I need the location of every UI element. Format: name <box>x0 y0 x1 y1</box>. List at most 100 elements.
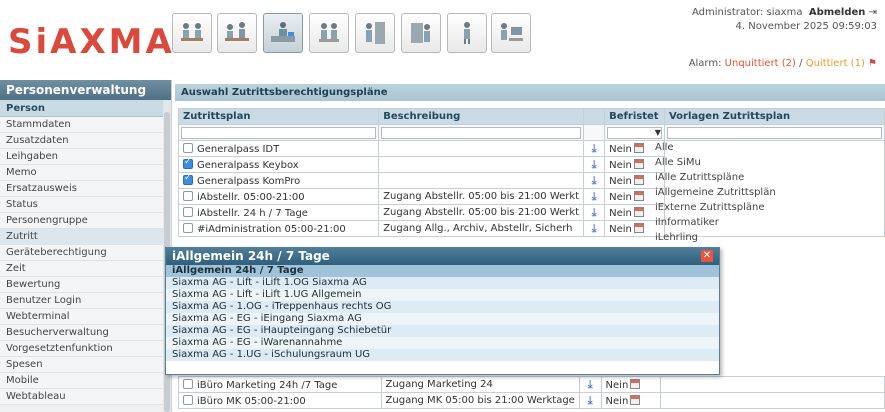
filter-cell-befristet: ▼ <box>604 124 665 141</box>
filter-input-plan[interactable] <box>181 126 377 139</box>
table-row[interactable]: iBüro MK 05:00-21:00 Zugang MK 05:00 bis… <box>178 392 885 409</box>
calendar-icon[interactable] <box>633 206 644 217</box>
popup-list-item: Siaxma AG - EG - iHaupteingang Schiebetü… <box>166 325 719 337</box>
row-checkbox[interactable] <box>183 158 193 169</box>
sidebar-section-person[interactable]: Person <box>0 100 171 117</box>
download-arrow-icon[interactable]: ⤓ <box>583 220 606 237</box>
download-arrow-icon[interactable]: ⤓ <box>583 204 606 221</box>
access-plan-table-bottom: iBüro Marketing 24h /7 Tage Zugang Marke… <box>178 376 885 409</box>
col-header-plan[interactable]: Zutrittsplan <box>177 108 380 125</box>
sidebar-item-geraeteberechtigung[interactable]: Geräteberechtigung <box>0 245 171 261</box>
sidebar-item-memo[interactable]: Memo <box>0 165 171 181</box>
alarm-status: Alarm: Unquittiert (2) / Quittiert (1) ⚑ <box>688 58 877 69</box>
office-workers-icon[interactable] <box>309 13 349 53</box>
standing-person-icon[interactable] <box>447 13 487 53</box>
popup-title: iAllgemein 24h / 7 Tage ✕ <box>166 248 719 265</box>
row-checkbox[interactable] <box>183 142 193 153</box>
worker-cabinet-icon[interactable] <box>401 13 441 53</box>
sidebar-item-leihgaben[interactable]: Leihgaben <box>0 149 171 165</box>
sidebar: Personenverwaltung Person Stammdaten Zus… <box>0 80 172 412</box>
vorlagen-list: Alle Alle SiMu iAlle Zutrittspläne iAllg… <box>653 142 885 247</box>
sidebar-item-stammdaten[interactable]: Stammdaten <box>0 117 171 133</box>
vorlagen-item[interactable]: iAllgemeine Zutrittsplän <box>653 187 885 202</box>
alarm-quitted-link[interactable]: Quittiert (1) <box>806 58 865 69</box>
logout-link[interactable]: Abmelden <box>809 7 866 18</box>
sidebar-item-mobile[interactable]: Mobile <box>0 373 171 389</box>
plan-detail-popup: iAllgemein 24h / 7 Tage ✕ iAllgemein 24h… <box>165 247 720 375</box>
table-row[interactable]: iBüro Marketing 24h /7 Tage Zugang Marke… <box>178 376 885 393</box>
filter-cell-empty <box>583 124 606 141</box>
filter-cell-desc <box>378 124 585 141</box>
sidebar-item-zutritt[interactable]: Zutritt <box>0 229 171 245</box>
download-arrow-icon[interactable]: ⤓ <box>578 376 602 393</box>
col-header-befristet[interactable]: Befristet <box>604 108 665 125</box>
calendar-icon[interactable] <box>633 222 644 233</box>
download-arrow-icon[interactable]: ⤓ <box>583 156 606 173</box>
popup-list-item: Siaxma AG - 1.OG - iTreppenhaus rechts O… <box>166 301 719 313</box>
filter-cell-plan <box>177 124 380 141</box>
col-header-empty <box>583 108 606 125</box>
sidebar-item-webterminal[interactable]: Webterminal <box>0 309 171 325</box>
door-access-icon[interactable] <box>355 13 395 53</box>
datetime: 4. November 2025 09:59:03 <box>735 21 877 32</box>
sidebar-item-list: Stammdaten Zusatzdaten Leihgaben Memo Er… <box>0 117 171 405</box>
download-arrow-icon[interactable]: ⤓ <box>583 140 606 157</box>
download-arrow-icon[interactable]: ⤓ <box>578 392 602 409</box>
popup-list-item: Siaxma AG - EG - iWarenannahme <box>166 337 719 349</box>
logout-icon[interactable]: ⇥ <box>869 7 877 18</box>
sidebar-item-status[interactable]: Status <box>0 197 171 213</box>
download-arrow-icon[interactable]: ⤓ <box>583 172 606 189</box>
sidebar-item-zusatzdaten[interactable]: Zusatzdaten <box>0 133 171 149</box>
row-checkbox[interactable] <box>183 206 193 217</box>
row-checkbox[interactable] <box>183 190 193 201</box>
sidebar-item-ersatzausweis[interactable]: Ersatzausweis <box>0 181 171 197</box>
popup-list-item: Siaxma AG - Lift - iLift 1.OG Siaxma AG <box>166 277 719 289</box>
vorlagen-item[interactable]: Alle <box>653 142 885 157</box>
vorlagen-item[interactable]: iInformatiker <box>653 217 885 232</box>
sidebar-item-bewertung[interactable]: Bewertung <box>0 277 171 293</box>
sidebar-item-zeit[interactable]: Zeit <box>0 261 171 277</box>
calendar-icon[interactable] <box>633 174 644 185</box>
page-title: Auswahl Zutrittsberechtigungspläne <box>175 84 885 101</box>
people-meeting-icon[interactable] <box>172 13 212 53</box>
filter-input-desc[interactable] <box>381 126 582 139</box>
alarm-unquitted-link[interactable]: Unquittiert (2) <box>725 58 796 69</box>
team-desk-icon[interactable] <box>217 13 257 53</box>
receptionist-icon[interactable] <box>263 13 303 53</box>
row-checkbox[interactable] <box>183 222 193 233</box>
group-computer-icon[interactable] <box>491 13 531 53</box>
col-header-desc[interactable]: Beschreibung <box>378 108 585 125</box>
popup-list-item: Siaxma AG - EG - iEingang Siaxma AG <box>166 313 719 325</box>
row-checkbox[interactable] <box>183 174 193 185</box>
col-header-vorlagen[interactable]: Vorlagen Zutrittsplan <box>663 108 885 125</box>
vorlagen-item[interactable]: Alle SiMu <box>653 157 885 172</box>
sidebar-item-benutzer-login[interactable]: Benutzer Login <box>0 293 171 309</box>
calendar-icon[interactable] <box>633 158 644 169</box>
close-icon[interactable]: ✕ <box>701 250 713 262</box>
sidebar-item-spesen[interactable]: Spesen <box>0 357 171 373</box>
sidebar-item-besucherverwaltung[interactable]: Besucherverwaltung <box>0 325 171 341</box>
app-header: SiAXMA® Administrator: siaxma Abmelden ⇥… <box>0 0 885 80</box>
filter-input-vorlagen[interactable] <box>666 126 882 139</box>
row-checkbox[interactable] <box>183 378 193 389</box>
popup-header-row: iAllgemein 24h / 7 Tage <box>166 265 719 277</box>
filter-select-befristet[interactable]: ▼ <box>607 126 662 139</box>
popup-list-item: Siaxma AG - 1.UG - iSchulungsraum UG <box>166 349 719 361</box>
alarm-icon[interactable]: ⚑ <box>868 58 877 69</box>
calendar-icon[interactable] <box>633 190 644 201</box>
sidebar-item-personengruppe[interactable]: Personengruppe <box>0 213 171 229</box>
sidebar-item-vorgesetztenfunktion[interactable]: Vorgesetztenfunktion <box>0 341 171 357</box>
download-arrow-icon[interactable]: ⤓ <box>583 188 606 205</box>
admin-label: Administrator: siaxma <box>692 7 803 18</box>
sidebar-item-webtableau[interactable]: Webtableau <box>0 389 171 405</box>
vorlagen-item[interactable]: iExterne Zutrittspläne <box>653 202 885 217</box>
popup-list-item: Siaxma AG - Lift - iLift 1.UG Allgemein <box>166 289 719 301</box>
calendar-icon[interactable] <box>630 394 641 405</box>
vorlagen-item[interactable]: iLehrling <box>653 232 885 247</box>
calendar-icon[interactable] <box>630 378 641 389</box>
row-checkbox[interactable] <box>183 394 193 405</box>
siaxma-logo[interactable]: SiAXMA® <box>8 17 188 62</box>
calendar-icon[interactable] <box>633 142 644 153</box>
vorlagen-item[interactable]: iAlle Zutrittspläne <box>653 172 885 187</box>
filter-cell-vorlagen <box>663 124 885 141</box>
